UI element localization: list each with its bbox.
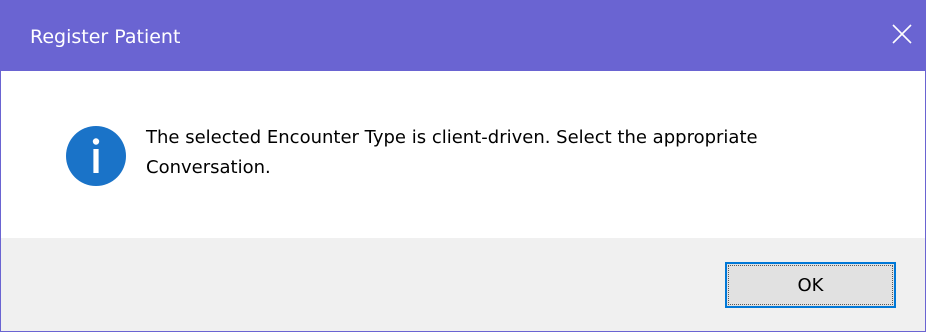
register-patient-dialog: Register Patient The selected Encounter … [0,0,926,332]
close-icon [892,24,912,44]
dialog-titlebar: Register Patient [1,0,925,71]
dialog-content: The selected Encounter Type is client-dr… [1,71,925,238]
dialog-button-area: OK [1,238,925,331]
ok-button[interactable]: OK [725,262,896,308]
info-icon [66,126,126,186]
close-button[interactable] [879,4,925,66]
dialog-title: Register Patient [30,26,181,48]
ok-button-label: OK [728,265,893,305]
dialog-message: The selected Encounter Type is client-dr… [146,127,758,178]
